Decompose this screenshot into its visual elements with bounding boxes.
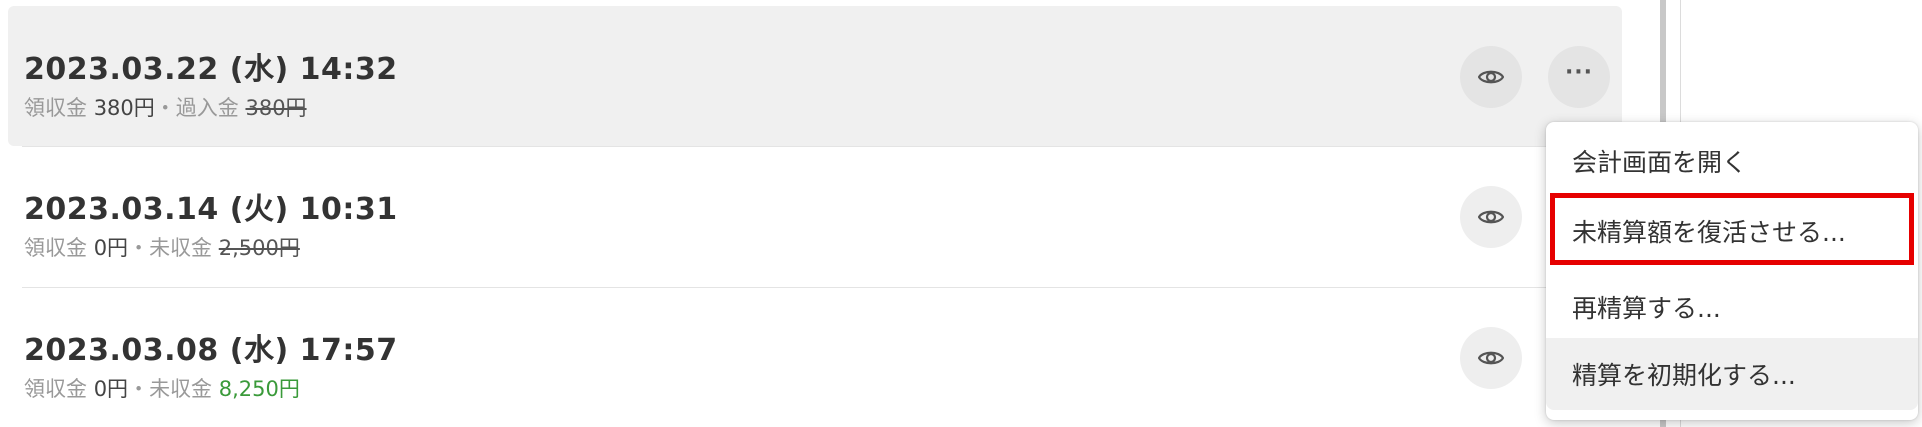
- view-button[interactable]: [1460, 186, 1522, 248]
- item-summary: 領収金 0円・未収金 8,250円: [24, 373, 300, 403]
- view-button[interactable]: [1460, 327, 1522, 389]
- status-label: 過入金: [175, 96, 239, 120]
- context-menu: 会計画面を開く 未精算額を復活させる... 再精算する... 精算を初期化する.…: [1546, 122, 1918, 420]
- more-horizontal-icon: ···: [1564, 60, 1594, 85]
- separator: ・: [128, 236, 150, 260]
- eye-icon: [1478, 351, 1504, 365]
- list-item[interactable]: 2023.03.08 (水) 17:57 領収金 0円・未収金 8,250円: [0, 287, 1622, 427]
- item-datetime: 2023.03.14 (火) 10:31: [24, 192, 398, 227]
- received-value: 0円: [93, 236, 129, 260]
- status-value: 8,250円: [218, 377, 300, 401]
- list-item[interactable]: 2023.03.14 (火) 10:31 領収金 0円・未収金 2,500円: [0, 146, 1622, 286]
- menu-item-open-accounting[interactable]: 会計画面を開く: [1546, 126, 1918, 196]
- separator: ・: [154, 96, 176, 120]
- item-datetime: 2023.03.08 (水) 17:57: [24, 333, 398, 368]
- menu-item-resettle[interactable]: 再精算する...: [1546, 272, 1918, 342]
- menu-item-reset-settlement[interactable]: 精算を初期化する...: [1546, 338, 1918, 410]
- item-summary: 領収金 0円・未収金 2,500円: [24, 232, 300, 262]
- menu-item-restore-unsettled[interactable]: 未精算額を復活させる...: [1546, 196, 1918, 266]
- received-value: 380円: [93, 96, 155, 120]
- separator: ・: [128, 377, 150, 401]
- more-options-button[interactable]: ···: [1548, 46, 1610, 108]
- status-value: 2,500円: [218, 236, 300, 260]
- eye-icon: [1478, 70, 1504, 84]
- received-label: 領収金: [24, 96, 87, 120]
- item-datetime: 2023.03.22 (水) 14:32: [24, 52, 398, 87]
- list-item[interactable]: 2023.03.22 (水) 14:32 領収金 380円・過入金 380円 ·…: [8, 6, 1622, 146]
- status-value: 380円: [245, 96, 307, 120]
- item-summary: 領収金 380円・過入金 380円: [24, 92, 307, 122]
- received-value: 0円: [93, 377, 129, 401]
- received-label: 領収金: [24, 236, 87, 260]
- status-label: 未収金: [149, 236, 213, 260]
- received-label: 領収金: [24, 377, 87, 401]
- view-button[interactable]: [1460, 46, 1522, 108]
- status-label: 未収金: [149, 377, 213, 401]
- settlement-list: 2023.03.22 (水) 14:32 領収金 380円・過入金 380円 ·…: [0, 0, 1622, 427]
- eye-icon: [1478, 210, 1504, 224]
